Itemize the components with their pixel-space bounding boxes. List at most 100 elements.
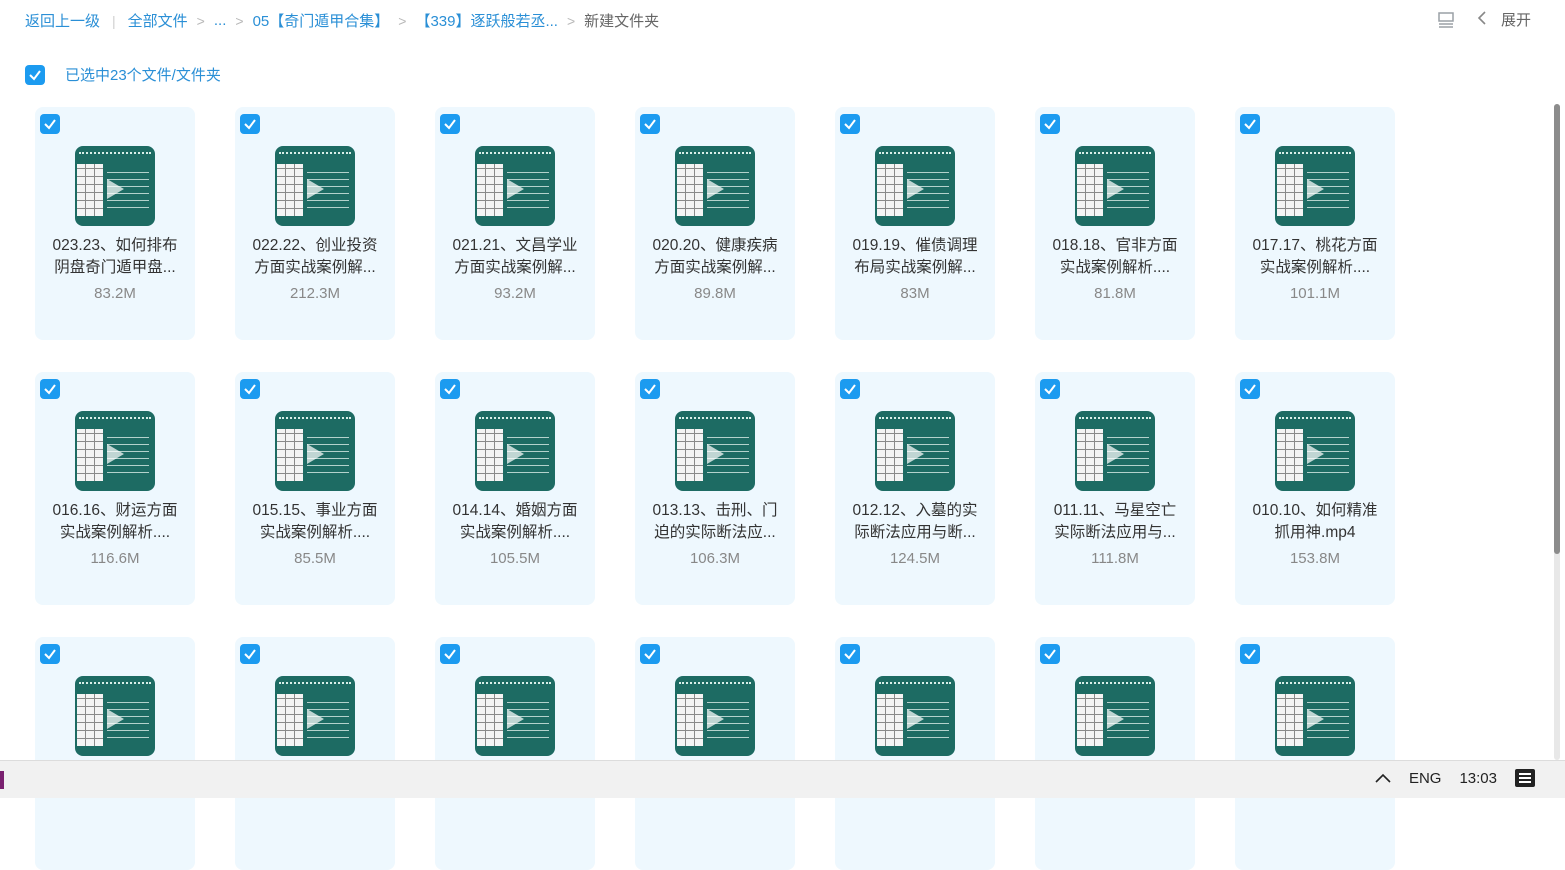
video-thumbnail[interactable]	[1275, 676, 1355, 756]
file-checkbox[interactable]	[840, 114, 860, 134]
file-card[interactable]: 012.12、入墓的实 际断法应用与断... 124.5M	[835, 372, 995, 605]
file-checkbox[interactable]	[40, 114, 60, 134]
list-view-icon[interactable]	[1437, 11, 1455, 28]
taskbar: ENG 13:03	[0, 760, 1565, 798]
file-checkbox[interactable]	[840, 644, 860, 664]
file-card[interactable]: 011.11、马星空亡 实际断法应用与... 111.8M	[1035, 372, 1195, 605]
file-checkbox[interactable]	[240, 114, 260, 134]
video-thumbnail[interactable]	[875, 676, 955, 756]
file-name[interactable]: 010.10、如何精准 抓用神.mp4	[1241, 500, 1389, 544]
file-checkbox[interactable]	[240, 379, 260, 399]
file-size: 116.6M	[90, 550, 140, 567]
video-thumbnail[interactable]	[675, 411, 755, 491]
file-card[interactable]	[835, 637, 995, 870]
video-thumbnail[interactable]	[1275, 411, 1355, 491]
file-name[interactable]: 020.20、健康疾病 方面实战案例解...	[641, 235, 789, 279]
video-thumbnail[interactable]	[475, 146, 555, 226]
file-name[interactable]: 016.16、财运方面 实战案例解析....	[41, 500, 189, 544]
file-name[interactable]: 015.15、事业方面 实战案例解析....	[241, 500, 389, 544]
file-card[interactable]	[1035, 637, 1195, 870]
file-checkbox[interactable]	[1240, 644, 1260, 664]
back-link[interactable]: 返回上一级	[25, 10, 100, 31]
vertical-scrollbar[interactable]	[1554, 104, 1560, 760]
clock[interactable]: 13:03	[1459, 770, 1497, 787]
file-checkbox[interactable]	[840, 379, 860, 399]
breadcrumb-ellipsis[interactable]: ...	[214, 12, 227, 29]
file-name[interactable]: 018.18、官非方面 实战案例解析....	[1041, 235, 1189, 279]
breadcrumb-folder-qimen[interactable]: 05【奇门遁甲合集】	[253, 10, 390, 31]
file-card[interactable]: 018.18、官非方面 实战案例解析.... 81.8M	[1035, 107, 1195, 340]
video-thumbnail[interactable]	[1075, 411, 1155, 491]
video-thumbnail[interactable]	[275, 146, 355, 226]
file-checkbox[interactable]	[40, 644, 60, 664]
file-checkbox[interactable]	[440, 644, 460, 664]
file-card[interactable]	[635, 637, 795, 870]
video-thumbnail[interactable]	[75, 411, 155, 491]
expand-button[interactable]: 展开	[1477, 9, 1531, 30]
file-name[interactable]: 023.23、如何排布 阴盘奇门遁甲盘...	[41, 235, 189, 279]
file-name[interactable]: 022.22、创业投资 方面实战案例解...	[241, 235, 389, 279]
file-checkbox[interactable]	[240, 644, 260, 664]
file-card[interactable]: 023.23、如何排布 阴盘奇门遁甲盘... 83.2M	[35, 107, 195, 340]
play-icon	[307, 709, 324, 729]
file-checkbox[interactable]	[40, 379, 60, 399]
file-card[interactable]: 017.17、桃花方面 实战案例解析.... 101.1M	[1235, 107, 1395, 340]
file-name-line2: 方面实战案例解...	[454, 259, 576, 276]
file-card[interactable]: 010.10、如何精准 抓用神.mp4 153.8M	[1235, 372, 1395, 605]
thumbnail-chart	[477, 694, 503, 746]
file-name[interactable]: 012.12、入墓的实 际断法应用与断...	[841, 500, 989, 544]
video-thumbnail[interactable]	[675, 676, 755, 756]
file-checkbox[interactable]	[1040, 379, 1060, 399]
file-name[interactable]: 019.19、催债调理 布局实战案例解...	[841, 235, 989, 279]
file-card[interactable]: 021.21、文昌学业 方面实战案例解... 93.2M	[435, 107, 595, 340]
video-thumbnail[interactable]	[1075, 676, 1155, 756]
video-thumbnail[interactable]	[475, 676, 555, 756]
file-card[interactable]: 015.15、事业方面 实战案例解析.... 85.5M	[235, 372, 395, 605]
file-checkbox[interactable]	[1040, 644, 1060, 664]
file-checkbox[interactable]	[1040, 114, 1060, 134]
file-size: 153.8M	[1289, 550, 1341, 567]
file-card[interactable]: 013.13、击刑、门 迫的实际断法应... 106.3M	[635, 372, 795, 605]
chevron-up-icon[interactable]	[1375, 770, 1391, 786]
notification-icon[interactable]	[1515, 769, 1535, 787]
thumbnail-chart	[77, 429, 103, 481]
file-checkbox[interactable]	[640, 644, 660, 664]
video-thumbnail[interactable]	[875, 411, 955, 491]
file-name[interactable]: 011.11、马星空亡 实际断法应用与...	[1041, 500, 1189, 544]
file-checkbox[interactable]	[640, 114, 660, 134]
file-card[interactable]	[235, 637, 395, 870]
file-name[interactable]: 013.13、击刑、门 迫的实际断法应...	[641, 500, 789, 544]
thumbnail-chart	[1277, 429, 1303, 481]
video-thumbnail[interactable]	[475, 411, 555, 491]
breadcrumb-folder-339[interactable]: 【339】逐跃般若丞...	[415, 10, 558, 31]
file-card[interactable]	[35, 637, 195, 870]
file-card[interactable]: 016.16、财运方面 实战案例解析.... 116.6M	[35, 372, 195, 605]
file-card[interactable]: 014.14、婚姻方面 实战案例解析.... 105.5M	[435, 372, 595, 605]
file-card[interactable]: 022.22、创业投资 方面实战案例解... 212.3M	[235, 107, 395, 340]
video-thumbnail[interactable]	[75, 676, 155, 756]
file-checkbox[interactable]	[1240, 379, 1260, 399]
file-card[interactable]	[435, 637, 595, 870]
video-thumbnail[interactable]	[275, 676, 355, 756]
breadcrumb-all-files[interactable]: 全部文件	[128, 10, 188, 31]
select-all-checkbox[interactable]	[25, 64, 45, 85]
video-thumbnail[interactable]	[875, 146, 955, 226]
file-card[interactable]: 019.19、催债调理 布局实战案例解... 83M	[835, 107, 995, 340]
video-thumbnail[interactable]	[75, 146, 155, 226]
file-checkbox[interactable]	[1240, 114, 1260, 134]
video-thumbnail[interactable]	[275, 411, 355, 491]
file-checkbox[interactable]	[440, 114, 460, 134]
language-indicator[interactable]: ENG	[1409, 770, 1442, 787]
taskbar-app-icon[interactable]	[0, 771, 4, 789]
scrollbar-thumb[interactable]	[1554, 104, 1560, 554]
file-name[interactable]: 017.17、桃花方面 实战案例解析....	[1241, 235, 1389, 279]
file-checkbox[interactable]	[440, 379, 460, 399]
file-name[interactable]: 014.14、婚姻方面 实战案例解析....	[441, 500, 589, 544]
file-checkbox[interactable]	[640, 379, 660, 399]
file-name[interactable]: 021.21、文昌学业 方面实战案例解...	[441, 235, 589, 279]
video-thumbnail[interactable]	[1275, 146, 1355, 226]
file-card[interactable]: 020.20、健康疾病 方面实战案例解... 89.8M	[635, 107, 795, 340]
file-card[interactable]	[1235, 637, 1395, 870]
video-thumbnail[interactable]	[1075, 146, 1155, 226]
video-thumbnail[interactable]	[675, 146, 755, 226]
